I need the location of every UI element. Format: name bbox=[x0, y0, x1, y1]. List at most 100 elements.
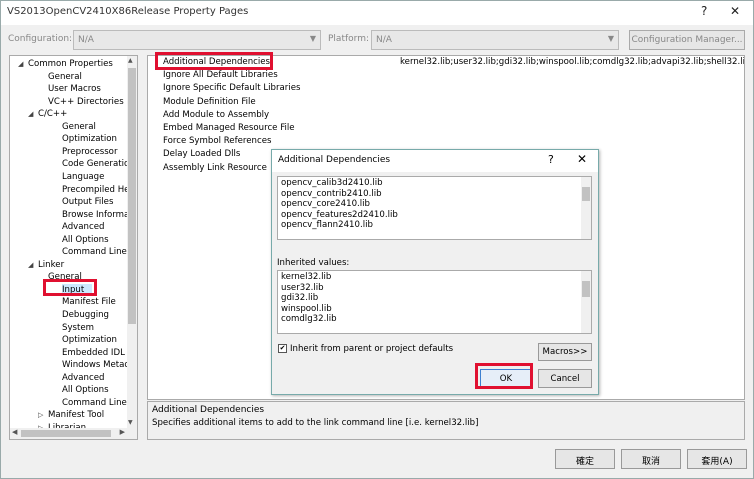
cancel-button[interactable]: 取消 bbox=[621, 449, 681, 469]
description-title: Additional Dependencies bbox=[152, 405, 265, 415]
tree-horizontal-scrollbar[interactable]: ◀ ▶ bbox=[10, 428, 137, 439]
close-icon[interactable]: ✕ bbox=[730, 4, 740, 18]
expander-icon[interactable]: ▷ bbox=[38, 409, 43, 422]
tree-item-label: General bbox=[48, 71, 82, 82]
dialog-ok-button[interactable]: OK bbox=[480, 369, 532, 388]
tree-item[interactable]: Advanced bbox=[62, 372, 104, 385]
scroll-thumb[interactable] bbox=[21, 430, 111, 437]
tree-item[interactable]: ◢ C/C++ bbox=[28, 108, 68, 121]
scroll-thumb[interactable] bbox=[582, 281, 590, 297]
tree-item-label: Output Files bbox=[62, 197, 114, 208]
configuration-combo[interactable]: N/A ▼ bbox=[73, 30, 321, 50]
property-row-name[interactable]: Module Definition File bbox=[163, 96, 256, 109]
tree-item[interactable]: All Options bbox=[62, 384, 109, 397]
ok-button[interactable]: 確定 bbox=[555, 449, 615, 469]
tree-item[interactable]: User Macros bbox=[48, 83, 101, 96]
tree-item[interactable]: Optimization bbox=[62, 133, 117, 146]
inherited-vertical-scrollbar[interactable] bbox=[581, 271, 591, 333]
tree-item[interactable]: Command Line bbox=[62, 246, 127, 259]
help-icon[interactable]: ? bbox=[548, 153, 554, 166]
tree-item[interactable]: ◢ Linker bbox=[28, 259, 64, 272]
tree-item-label: Command Line bbox=[62, 397, 127, 408]
property-row-name[interactable]: Force Symbol References bbox=[163, 135, 271, 148]
tree-item-label: Common Properties bbox=[28, 59, 113, 69]
close-icon[interactable]: ✕ bbox=[577, 152, 587, 166]
additional-dependencies-dialog: Additional Dependencies ? ✕ opencv_calib… bbox=[271, 149, 599, 395]
tree-item[interactable]: Language bbox=[62, 171, 104, 184]
property-row-name[interactable]: Assembly Link Resource bbox=[163, 162, 267, 175]
platform-combo[interactable]: N/A ▼ bbox=[371, 30, 619, 50]
property-tree: ◢ Common Properties General User Macros VC++… bbox=[9, 55, 138, 440]
expander-icon[interactable]: ◢ bbox=[28, 259, 33, 272]
inherit-checkbox[interactable]: ✔ bbox=[278, 344, 287, 353]
scroll-up-icon[interactable]: ▲ bbox=[128, 57, 133, 64]
tree-item[interactable]: System bbox=[62, 322, 94, 335]
dependency-item[interactable]: opencv_core2410.lib bbox=[281, 199, 370, 210]
property-row-name[interactable]: Ignore All Default Libraries bbox=[163, 69, 278, 82]
tree-item[interactable]: General bbox=[48, 71, 82, 84]
tree-item[interactable]: General bbox=[62, 121, 96, 134]
tree-item-label: Code Generation bbox=[62, 159, 135, 170]
tree-item-label: General bbox=[62, 121, 96, 132]
tree-item-label: User Macros bbox=[48, 84, 101, 95]
tree-item-label: Advanced bbox=[62, 372, 105, 383]
tree-item[interactable]: Embedded IDL bbox=[62, 347, 125, 360]
property-row-name[interactable]: Delay Loaded Dlls bbox=[163, 148, 240, 161]
tree-item[interactable]: Code Generation bbox=[62, 158, 135, 171]
dependency-item[interactable]: opencv_features2d2410.lib bbox=[281, 210, 398, 221]
tree-item[interactable]: Command Line bbox=[62, 397, 127, 410]
tree-item[interactable]: General bbox=[48, 271, 82, 284]
tree-vertical-scrollbar[interactable]: ▲ ▼ bbox=[127, 56, 137, 439]
tree-item-input-selected[interactable]: Input bbox=[62, 283, 93, 297]
dependencies-editor[interactable]: opencv_calib3d2410.lib opencv_contrib2410… bbox=[277, 176, 592, 240]
tree-item-label: Command Line bbox=[62, 247, 127, 258]
property-row-name[interactable]: Embed Managed Resource File bbox=[163, 122, 295, 135]
editor-vertical-scrollbar[interactable] bbox=[581, 177, 591, 239]
platform-value: N/A bbox=[376, 35, 392, 45]
tree-item[interactable]: ◢ Common Properties bbox=[18, 58, 113, 71]
configuration-row: Configuration: N/A ▼ Platform: N/A ▼ Con… bbox=[1, 25, 753, 55]
dialog-title: Additional Dependencies bbox=[278, 155, 391, 165]
configuration-manager-button[interactable]: Configuration Manager... bbox=[629, 30, 745, 50]
tree-item-label: C/C++ bbox=[38, 109, 68, 120]
tree-item[interactable]: VC++ Directories bbox=[48, 96, 124, 109]
tree-item-label: VC++ Directories bbox=[48, 96, 124, 107]
tree-item-label: Manifest Tool bbox=[48, 410, 105, 421]
tree-item[interactable]: Debugging bbox=[62, 309, 109, 322]
tree-item-label: Optimization bbox=[62, 134, 117, 145]
dependency-item[interactable]: opencv_flann2410.lib bbox=[281, 220, 373, 231]
additional-dependencies-value[interactable]: kernel32.lib;user32.lib;gdi32.lib;winspo… bbox=[400, 56, 744, 69]
scroll-thumb[interactable] bbox=[582, 187, 590, 201]
property-row-name[interactable]: Ignore Specific Default Libraries bbox=[163, 82, 300, 95]
apply-button[interactable]: 套用(A) bbox=[687, 449, 747, 469]
dependency-item[interactable]: opencv_contrib2410.lib bbox=[281, 189, 382, 200]
description-text: Specifies additional items to add to the… bbox=[152, 418, 479, 428]
macros-button[interactable]: Macros>> bbox=[538, 343, 592, 361]
expander-icon[interactable]: ◢ bbox=[18, 58, 23, 71]
description-panel: Additional Dependencies Specifies additi… bbox=[147, 401, 745, 440]
property-row-name[interactable]: Add Module to Assembly bbox=[163, 109, 269, 122]
inherit-checkbox-label[interactable]: Inherit from parent or project defaults bbox=[290, 344, 453, 354]
scroll-thumb[interactable] bbox=[128, 68, 136, 324]
dependency-item[interactable]: opencv_calib3d2410.lib bbox=[281, 178, 383, 189]
property-row-name[interactable]: Additional Dependencies bbox=[163, 56, 270, 69]
inherited-item: winspool.lib bbox=[281, 303, 332, 314]
tree-item[interactable]: Manifest File bbox=[62, 296, 116, 309]
inherited-item: gdi32.lib bbox=[281, 293, 319, 303]
expander-icon[interactable]: ◢ bbox=[28, 108, 33, 121]
help-icon[interactable]: ? bbox=[701, 4, 707, 18]
tree-item[interactable]: Advanced bbox=[62, 221, 104, 234]
tree-item[interactable]: Preprocessor bbox=[62, 146, 117, 159]
tree-item-label: All Options bbox=[62, 385, 109, 396]
scroll-down-icon[interactable]: ▼ bbox=[128, 419, 133, 426]
scroll-left-icon[interactable]: ◀ bbox=[12, 428, 17, 436]
scroll-right-icon[interactable]: ▶ bbox=[120, 428, 125, 436]
property-pages-window: VS2013OpenCV2410X86Release Property Page… bbox=[0, 0, 754, 479]
tree-item-label: Input bbox=[62, 284, 85, 295]
tree-item[interactable]: Optimization bbox=[62, 334, 117, 347]
tree-item[interactable]: All Options bbox=[62, 234, 109, 247]
tree-item[interactable]: Output Files bbox=[62, 196, 113, 209]
title-bar: VS2013OpenCV2410X86Release Property Page… bbox=[1, 1, 753, 25]
tree-item[interactable]: ▷ Manifest Tool bbox=[38, 409, 105, 422]
dialog-cancel-button[interactable]: Cancel bbox=[538, 369, 592, 388]
